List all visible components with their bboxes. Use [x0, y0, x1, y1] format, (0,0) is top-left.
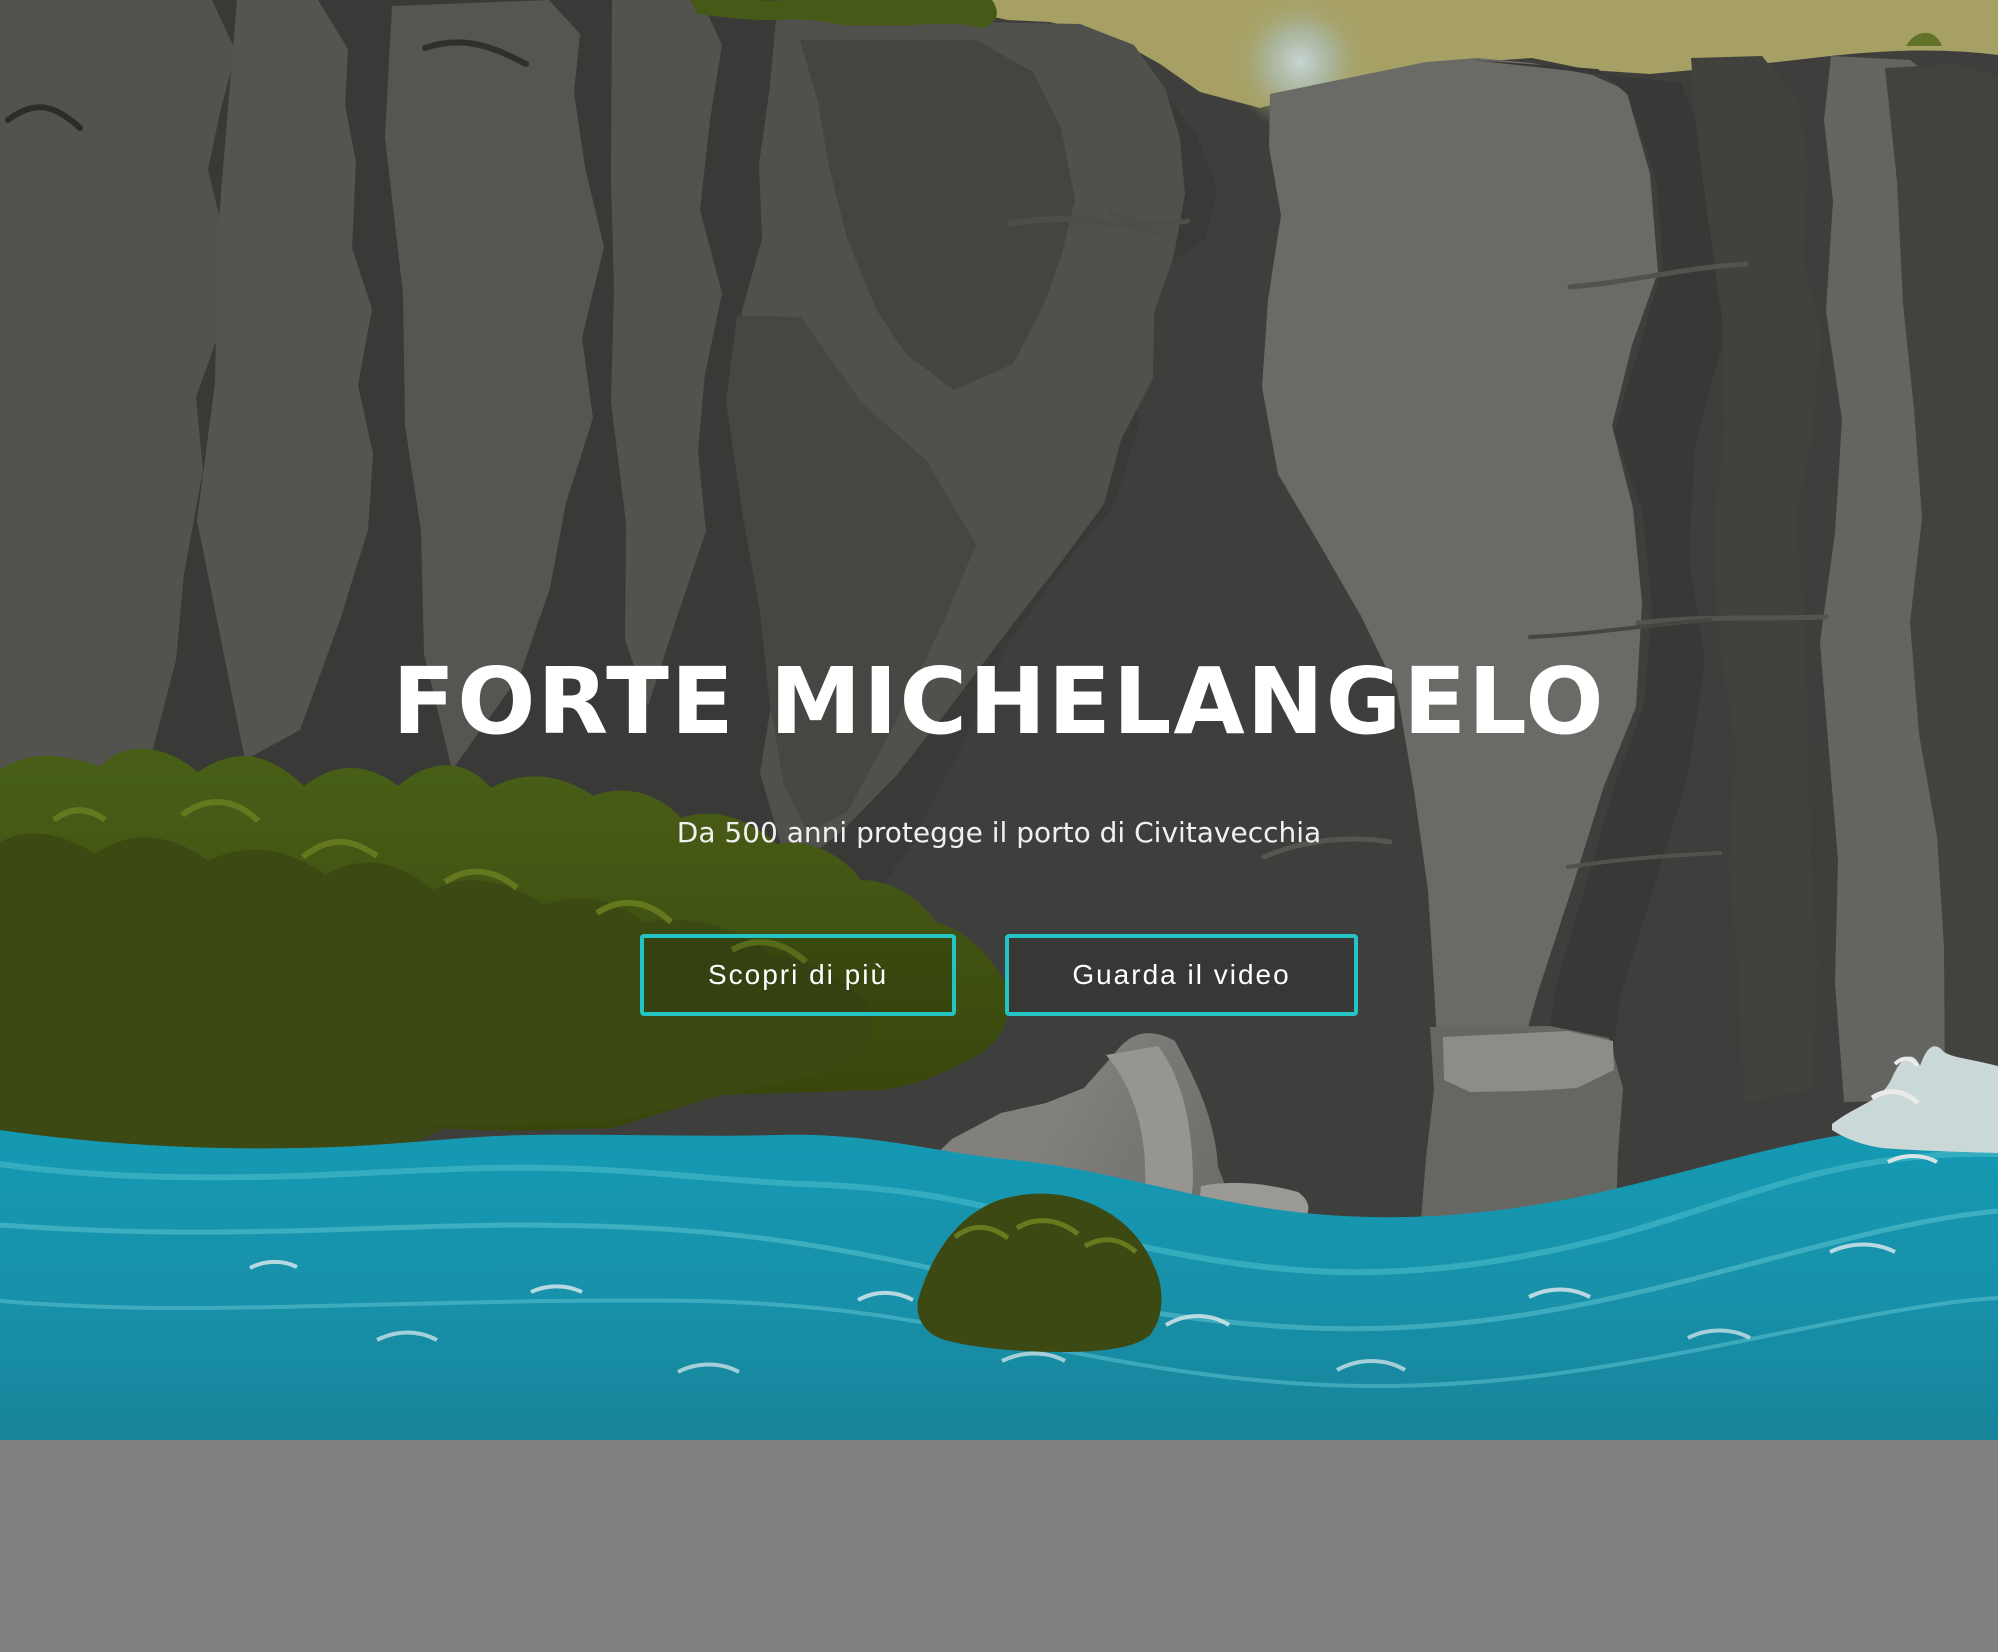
- hero-title: FORTE MICHELANGELO: [392, 648, 1606, 755]
- hero-actions: Scopri di più Guarda il video: [0, 934, 1998, 1016]
- page: FORTE MICHELANGELO Da 500 anni protegge …: [0, 0, 1998, 1652]
- discover-more-button[interactable]: Scopri di più: [640, 934, 956, 1016]
- hero-content: FORTE MICHELANGELO Da 500 anni protegge …: [0, 645, 1998, 1016]
- hero-subtitle: Da 500 anni protegge il porto di Civitav…: [676, 816, 1322, 849]
- watch-video-button[interactable]: Guarda il video: [1005, 934, 1358, 1016]
- hero-section: FORTE MICHELANGELO Da 500 anni protegge …: [0, 0, 1998, 1440]
